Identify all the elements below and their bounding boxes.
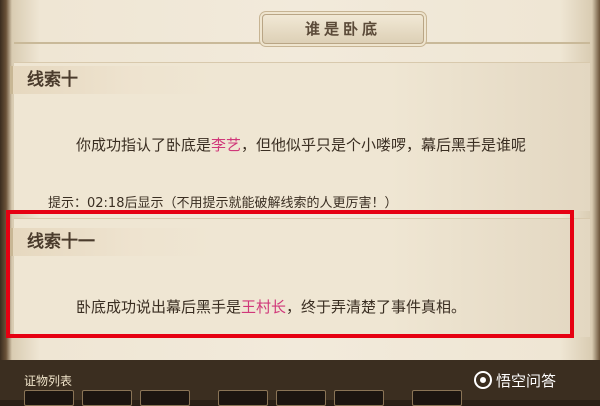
evidence-slot[interactable] <box>82 390 132 406</box>
evidence-slot[interactable] <box>140 390 190 406</box>
evidence-slot[interactable] <box>276 390 326 406</box>
evidence-slot[interactable] <box>218 390 268 406</box>
evidence-list-label: 证物列表 <box>24 374 73 388</box>
watermark-text: 悟空问答 <box>496 371 557 390</box>
clue-highlight-10: 李艺 <box>211 136 242 154</box>
title-plate: 谁是卧底 <box>262 14 424 44</box>
evidence-slot[interactable] <box>24 390 74 406</box>
clue-text-10-after: ，但他似乎只是个小喽啰，幕后黑手是谁呢 <box>241 136 527 154</box>
clue-text-10-before: 你成功指认了卧底是 <box>76 136 212 154</box>
clue-tab-10: 线索十 <box>10 66 213 94</box>
hint-text: 提示：02:18后显示（不用提示就能破解线索的人更厉害！） <box>48 196 398 211</box>
watermark: 悟空问答 <box>474 368 556 392</box>
header-divider-right <box>422 42 590 44</box>
annotation-box <box>6 210 574 338</box>
clue-title-10: 线索十 <box>27 70 78 90</box>
page-title: 谁是卧底 <box>304 20 381 38</box>
header-divider-left <box>14 42 262 44</box>
wukong-logo-icon <box>474 371 492 389</box>
evidence-slot[interactable] <box>412 390 462 406</box>
evidence-slot[interactable] <box>334 390 384 406</box>
clue-text-10: 你成功指认了卧底是李艺，但他似乎只是个小喽啰，幕后黑手是谁呢 <box>76 134 526 155</box>
